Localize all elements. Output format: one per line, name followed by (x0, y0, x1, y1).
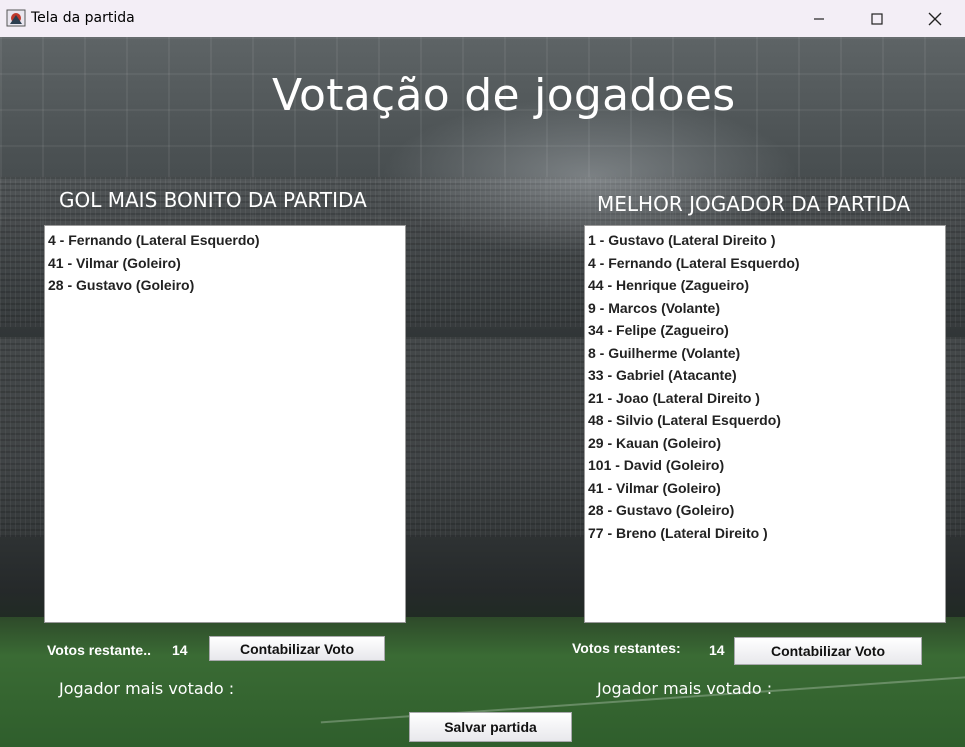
app-icon (6, 9, 26, 27)
right-panel-title: MELHOR JOGADOR DA PARTIDA (597, 192, 911, 216)
minimize-icon (814, 17, 824, 20)
best-player-list[interactable]: 1 - Gustavo (Lateral Direito ) 4 - Fernan… (584, 225, 946, 623)
left-panel-title: GOL MAIS BONITO DA PARTIDA (59, 188, 367, 212)
list-item[interactable]: 4 - Fernando (Lateral Esquerdo) (45, 229, 405, 252)
right-most-voted-label: Jogador mais votado : (597, 679, 773, 698)
list-item[interactable]: 8 - Guilherme (Volante) (585, 342, 945, 365)
list-item[interactable]: 9 - Marcos (Volante) (585, 297, 945, 320)
right-votes-label: Votos restantes: (572, 640, 681, 656)
close-button[interactable] (906, 0, 964, 37)
list-item[interactable]: 21 - Joao (Lateral Direito ) (585, 387, 945, 410)
list-item[interactable]: 77 - Breno (Lateral Direito ) (585, 522, 945, 545)
left-votes-label: Votos restante.. (47, 642, 151, 658)
list-item[interactable]: 4 - Fernando (Lateral Esquerdo) (585, 252, 945, 275)
left-votes-count: 14 (172, 642, 188, 658)
page-heading: Votação de jogadoes (272, 70, 736, 121)
left-most-voted-label: Jogador mais votado : (59, 679, 235, 698)
close-icon (928, 12, 942, 25)
window-title: Tela da partida (31, 10, 135, 26)
list-item[interactable]: 101 - David (Goleiro) (585, 454, 945, 477)
list-item[interactable]: 28 - Gustavo (Goleiro) (45, 274, 405, 297)
list-item[interactable]: 28 - Gustavo (Goleiro) (585, 499, 945, 522)
best-goal-list[interactable]: 4 - Fernando (Lateral Esquerdo) 41 - Vilm… (44, 225, 406, 623)
list-item[interactable]: 44 - Henrique (Zagueiro) (585, 274, 945, 297)
list-item[interactable]: 41 - Vilmar (Goleiro) (585, 477, 945, 500)
minimize-button[interactable] (790, 0, 848, 37)
right-votes-count: 14 (709, 642, 725, 658)
list-item[interactable]: 1 - Gustavo (Lateral Direito ) (585, 229, 945, 252)
right-count-vote-button[interactable]: Contabilizar Voto (734, 637, 922, 665)
left-count-vote-button[interactable]: Contabilizar Voto (209, 636, 385, 661)
maximize-button[interactable] (848, 0, 906, 37)
save-match-button[interactable]: Salvar partida (409, 712, 572, 742)
list-item[interactable]: 48 - Silvio (Lateral Esquerdo) (585, 409, 945, 432)
list-item[interactable]: 34 - Felipe (Zagueiro) (585, 319, 945, 342)
list-item[interactable]: 33 - Gabriel (Atacante) (585, 364, 945, 387)
list-item[interactable]: 29 - Kauan (Goleiro) (585, 432, 945, 455)
window-titlebar[interactable]: Tela da partida (0, 0, 965, 37)
maximize-icon (871, 12, 883, 25)
list-item[interactable]: 41 - Vilmar (Goleiro) (45, 252, 405, 275)
